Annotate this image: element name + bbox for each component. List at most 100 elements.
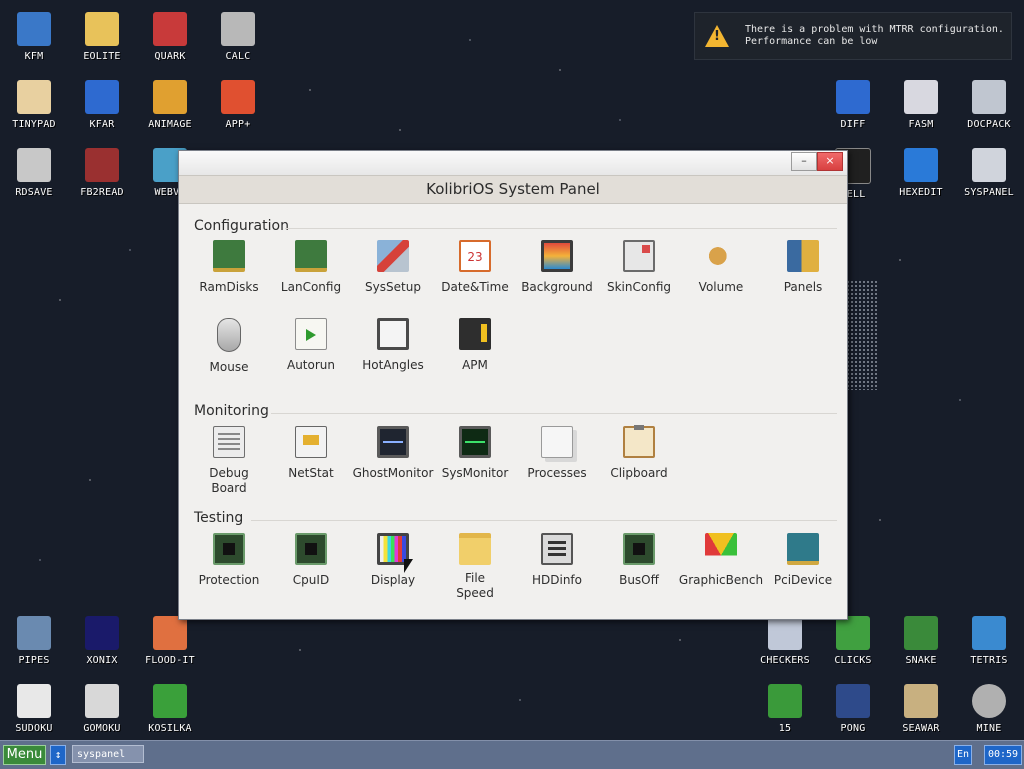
docpack-icon [972,80,1006,114]
panel-content: Configuration RamDisks LanConfig SysSetu… [179,204,847,618]
desktop-icon[interactable]: PONG [819,678,887,742]
desktop-icon[interactable]: MINE [955,678,1023,742]
panel-item-volume[interactable]: Volume [678,240,764,295]
panel-item-skinconfig[interactable]: SkinConfig [596,240,682,295]
taskbar: Menu ↕ syspanel En 00:59 [0,740,1024,769]
panel-item-lanconfig[interactable]: LanConfig [268,240,354,295]
tetris-icon [972,616,1006,650]
desktop-icon[interactable]: 15 [751,678,819,742]
fasm-icon [904,80,938,114]
desktop-icon[interactable]: EOLITE [68,6,136,70]
cpu-icon [295,533,327,565]
calendar-icon [459,240,491,272]
calculator-icon [221,12,255,46]
panel-item-netstat[interactable]: NetStat [268,426,354,481]
panel-item-syssetup[interactable]: SysSetup [350,240,436,295]
desktop-icon[interactable]: SNAKE [887,610,955,674]
desktop-icon[interactable]: PIPES [0,610,68,674]
desktop-icon[interactable]: ANIMAGE [136,74,204,138]
switch-windows-button[interactable]: ↕ [50,745,66,765]
panel-item-file-speed[interactable]: File Speed [432,533,518,601]
folder-icon [85,12,119,46]
bus-chip-icon [623,533,655,565]
panel-item-protection[interactable]: Protection [186,533,272,588]
desktop-icon[interactable]: SUDOKU [0,678,68,742]
sysmonitor-icon [459,426,491,458]
panel-item-autorun[interactable]: Autorun [268,318,354,373]
panel-item-ghostmonitor[interactable]: GhostMonitor [350,426,436,481]
section-title-testing: Testing [194,510,244,526]
desktop-icon[interactable]: APP+ [204,74,272,138]
panel-item-sysmonitor[interactable]: SysMonitor [432,426,518,481]
system-panel-window: – × KolibriOS System Panel Configuration… [178,150,848,620]
panel-item-ramdisks[interactable]: RamDisks [186,240,272,295]
panel-item-apm[interactable]: APM [432,318,518,373]
battery-icon [459,318,491,350]
panel-item-busoff[interactable]: BusOff [596,533,682,588]
desktop-icon[interactable]: FB2READ [68,142,136,206]
clicks-icon [836,616,870,650]
warning-icon [705,25,729,47]
mouse-cursor-icon [404,559,413,573]
panel-item-background[interactable]: Background [514,240,600,295]
desktop-icon[interactable]: KOSILKA [136,678,204,742]
checkers-icon [768,616,802,650]
desktop-icon[interactable]: TINYPAD [0,74,68,138]
panel-item-hddinfo[interactable]: HDDinfo [514,533,600,588]
desktop-icon[interactable]: SEAWAR [887,678,955,742]
start-menu-button[interactable]: Menu [3,745,46,765]
fifteen-icon [768,684,802,718]
panel-item-clipboard[interactable]: Clipboard [596,425,682,481]
panel-item-graphicbench[interactable]: GraphicBench [678,533,764,588]
desktop-icon[interactable]: KFAR [68,74,136,138]
keyboard-language-button[interactable]: En [954,745,972,765]
desktop-icon[interactable]: TETRIS [955,610,1023,674]
panel-item-cpuid[interactable]: CpuID [268,533,354,588]
notification-line-2: Performance can be low [745,36,878,47]
hdd-icon [541,533,573,565]
gauge-icon [705,533,737,565]
close-button[interactable]: × [817,152,843,171]
panel-item-panels[interactable]: Panels [760,240,846,295]
pong-icon [836,684,870,718]
desktop-icon[interactable]: XONIX [68,610,136,674]
mouse-icon [217,318,241,352]
debug-board-icon [213,426,245,458]
section-title-configuration: Configuration [194,218,289,234]
panel-item-mouse[interactable]: Mouse [186,318,272,375]
window-title: KolibriOS System Panel [179,175,847,204]
monitor-icon [541,240,573,272]
desktop-icon[interactable]: DIFF [819,74,887,138]
panel-item-hotangles[interactable]: HotAngles [350,318,436,373]
desktop-icon[interactable]: DOCPACK [955,74,1023,138]
taskbar-item-syspanel[interactable]: syspanel [72,745,144,763]
syspanel-icon [972,148,1006,182]
panel-item-pcidevice[interactable]: PciDevice [760,533,846,588]
desktop-icon[interactable]: KFM [0,6,68,70]
desktop-icon[interactable]: QUARK [136,6,204,70]
taskbar-clock[interactable]: 00:59 [984,745,1022,765]
panel-item-processes[interactable]: Processes [514,426,600,481]
minimize-button[interactable]: – [791,152,817,171]
cube-icon [221,80,255,114]
desktop-icon[interactable]: RDSAVE [0,142,68,206]
desktop-icon[interactable]: GOMOKU [68,678,136,742]
mtrr-warning-notification[interactable]: There is a problem with MTRR configurati… [694,12,1012,60]
netstat-icon [295,426,327,458]
desktop-icon[interactable]: FASM [887,74,955,138]
desktop-icon[interactable]: HEXEDIT [887,142,955,206]
skin-icon [623,240,655,272]
panel-item-datetime[interactable]: Date&Time [432,240,518,295]
panel-item-display[interactable]: Display [350,533,436,588]
pci-card-icon [787,533,819,565]
desktop-icon[interactable]: CALC [204,6,272,70]
window-titlebar[interactable]: – × [179,151,847,175]
tools-icon [377,240,409,272]
gomoku-icon [85,684,119,718]
xonix-icon [85,616,119,650]
pipes-icon [17,616,51,650]
notepad-icon [17,80,51,114]
desktop-icon[interactable]: SYSPANEL [955,142,1023,206]
panel-item-debug-board[interactable]: Debug Board [186,426,272,496]
notification-line-1: There is a problem with MTRR configurati… [745,24,1004,35]
